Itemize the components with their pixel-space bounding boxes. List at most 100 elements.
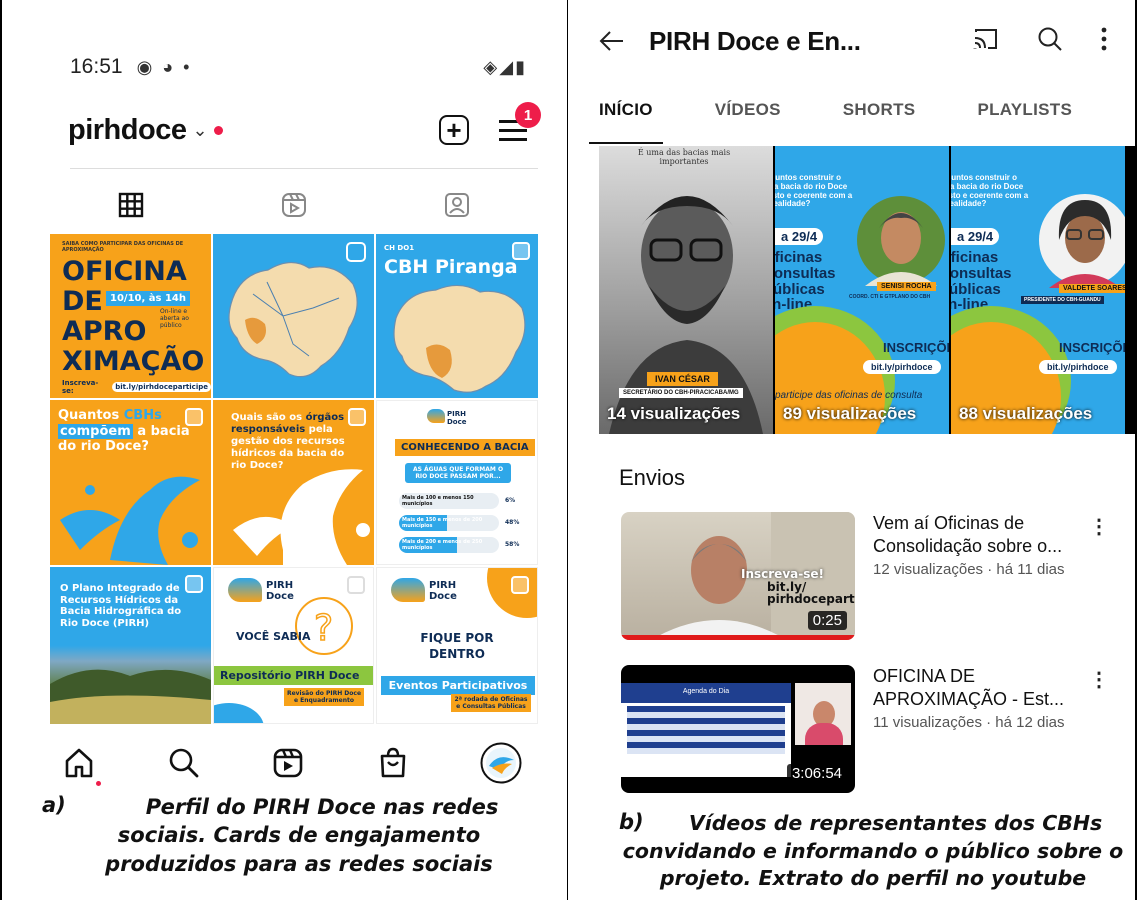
multi-post-icon: [185, 575, 203, 593]
post-text: O Plano Integrado de Recursos Hídricos d…: [60, 583, 182, 629]
short-head-text: Vamos juntos construir o Plano da bacia …: [951, 173, 1029, 209]
post-title-line4: XIMAÇÃO: [62, 346, 205, 377]
video-title[interactable]: APROXIMAÇÃO - Est...: [873, 688, 1098, 711]
speaker-name: VALDETE SOARES: [1059, 284, 1125, 293]
post-voce-sabia[interactable]: PIRH Doce ? VOCÊ SABIA Repositório PIRH …: [213, 567, 374, 724]
quiz-option-value: 48%: [505, 519, 520, 526]
signal-battery-icon: ◈◢▮: [483, 56, 527, 77]
reel-badge-icon: [346, 242, 366, 262]
post-small-text: SAIBA COMO PARTICIPAR DAS OFICINAS DE AP…: [62, 241, 184, 253]
multi-post-icon: [347, 576, 365, 594]
slide-image: Agenda do Dia: [621, 683, 791, 777]
quiz-option-row: Mais de 150 e menos de 200 municípios: [399, 515, 499, 531]
profile-header: pirhdoce ⌄ + 1: [68, 102, 541, 152]
landscape-image: [50, 669, 211, 724]
quiz-option-value: 6%: [505, 497, 516, 504]
post-question: AS ÁGUAS QUE FORMAM O RIO DOCE PASSAM PO…: [405, 463, 511, 483]
tab-videos[interactable]: VÍDEOS: [715, 88, 781, 144]
video-meta: 12 visualizações · há 11 dias: [873, 561, 1065, 578]
search-icon[interactable]: [1035, 24, 1065, 54]
video-item[interactable]: Agenda do Dia 3:06:54 OFICINA DE APROXIM…: [621, 665, 1131, 795]
progress-bar: [621, 635, 855, 640]
multi-post-icon: [348, 408, 366, 426]
more-notifications-icon: •: [183, 56, 190, 77]
post-orgaos-responsaveis[interactable]: Quais são os órgãos responsáveis pela ge…: [213, 400, 374, 565]
video-item[interactable]: Inscreva-se! bit.ly/ pirhdoceparticipe 0…: [621, 512, 1131, 642]
menu-icon[interactable]: 1: [499, 102, 541, 142]
tagged-person-icon: [444, 193, 469, 217]
post-quantos-cbhs[interactable]: Quantos CBHs compõem a bacia do rio Doce?: [50, 400, 211, 565]
speaker-name: IVAN CÉSAR: [647, 372, 718, 386]
post-date-badge: 10/10, às 14h: [106, 291, 190, 306]
brand-logo-mark: [391, 578, 425, 602]
short-cta: INSCRIÇÕES: [1059, 340, 1125, 355]
short-card[interactable]: Vamos juntos construir o Plano da bacia …: [775, 146, 949, 434]
video-title[interactable]: Consolidação sobre o...: [873, 535, 1098, 558]
basin-map-image: [393, 284, 526, 393]
speaker-photo: [857, 196, 945, 286]
post-plano-integrado[interactable]: O Plano Integrado de Recursos Hídricos d…: [50, 567, 211, 724]
video-thumbnail[interactable]: Agenda do Dia 3:06:54: [621, 665, 855, 793]
post-cbh-piranga[interactable]: CH DO1 CBH Piranga: [376, 234, 538, 398]
video-title[interactable]: Vem aí Oficinas de: [873, 512, 1098, 535]
figure-caption: Perfil do PIRH Doce nas redes sociais. C…: [105, 795, 499, 876]
profile-username[interactable]: pirhdoce: [68, 114, 187, 147]
tab-inicio[interactable]: INÍCIO: [589, 88, 663, 144]
header-divider: [70, 168, 538, 169]
video-meta: 11 visualizações · há 12 dias: [873, 714, 1065, 731]
section-title: Envios: [619, 465, 686, 490]
posts-grid: SAIBA COMO PARTICIPAR DAS OFICINAS DE AP…: [50, 234, 538, 728]
post-title: FIQUE POR DENTRO: [420, 631, 494, 662]
short-views: 88 visualizações: [959, 404, 1093, 423]
tab-grid[interactable]: [50, 180, 213, 230]
post-map-basin[interactable]: [213, 234, 374, 398]
shop-bag-icon[interactable]: [376, 746, 410, 780]
post-title-line3: APRO: [62, 316, 147, 347]
shorts-shelf: É uma das bacias mais importantes IVAN C…: [599, 146, 1135, 434]
notification-icons: ◉ ◕ •: [137, 57, 190, 78]
tab-reels[interactable]: [213, 180, 376, 230]
short-cta: INSCRIÇÕES: [883, 340, 949, 355]
more-options-icon[interactable]: [1099, 24, 1109, 54]
short-link: bit.ly/pirhdoce: [1039, 360, 1117, 374]
chevron-down-icon[interactable]: ⌄: [192, 120, 207, 141]
create-post-icon[interactable]: +: [439, 115, 469, 145]
multi-post-icon: [185, 408, 203, 426]
grid-icon: [119, 192, 144, 218]
reels-icon: [282, 193, 306, 217]
brand-logo: PIRH Doce: [429, 580, 457, 602]
short-card[interactable]: É uma das bacias mais importantes IVAN C…: [599, 146, 773, 434]
cast-icon[interactable]: [971, 24, 1001, 54]
profile-avatar[interactable]: [480, 742, 522, 784]
reels-icon[interactable]: [271, 746, 305, 780]
speaker-role: COORD. CTI E GTPLANO DO CBH: [849, 294, 931, 300]
short-date: a 29/4: [951, 228, 1000, 245]
tab-tagged[interactable]: [375, 180, 538, 230]
short-card[interactable]: Vamos juntos construir o Plano da bacia …: [951, 146, 1125, 434]
post-note: On-line e aberta ao público: [160, 308, 189, 329]
post-conhecendo-a-bacia[interactable]: PIRH Doce CONHECENDO A BACIA AS ÁGUAS QU…: [376, 400, 538, 565]
chrome-icon: ◉: [136, 56, 153, 77]
more-options-icon[interactable]: ⋮: [1089, 514, 1109, 539]
notification-dot: [213, 125, 223, 135]
more-options-icon[interactable]: ⋮: [1089, 667, 1109, 692]
instagram-panel: 16:51 ◉ ◕ • ◈◢▮ pirhdoce ⌄ + 1 SAIBA COM…: [0, 0, 568, 900]
video-thumbnail[interactable]: Inscreva-se! bit.ly/ pirhdoceparticipe 0…: [621, 512, 855, 640]
home-icon[interactable]: [62, 746, 96, 780]
video-title[interactable]: OFICINA DE: [873, 665, 1098, 688]
question-bubble-icon: ?: [295, 597, 353, 655]
short-date: a 29/4: [775, 228, 824, 245]
post-subtitle: Revisão do PIRH Doce e Enquadramento: [284, 688, 364, 706]
speaker-photo: [1039, 194, 1125, 288]
post-subtitle: 2ª rodada de Oficinas e Consultas Públic…: [451, 694, 531, 712]
back-arrow-icon[interactable]: [597, 26, 627, 56]
tab-shorts[interactable]: SHORTS: [843, 88, 916, 144]
post-oficina-aproximacao[interactable]: SAIBA COMO PARTICIPAR DAS OFICINAS DE AP…: [50, 234, 211, 398]
short-views: 89 visualizações: [783, 404, 917, 423]
post-small-text: CH DO1: [384, 244, 415, 252]
post-fique-por-dentro[interactable]: PIRH Doce FIQUE POR DENTRO Eventos Parti…: [376, 567, 538, 724]
participant-video: [795, 683, 851, 745]
search-icon[interactable]: [167, 746, 201, 780]
decorative-curve: [214, 703, 264, 723]
tab-playlists[interactable]: PLAYLISTS: [977, 88, 1072, 144]
